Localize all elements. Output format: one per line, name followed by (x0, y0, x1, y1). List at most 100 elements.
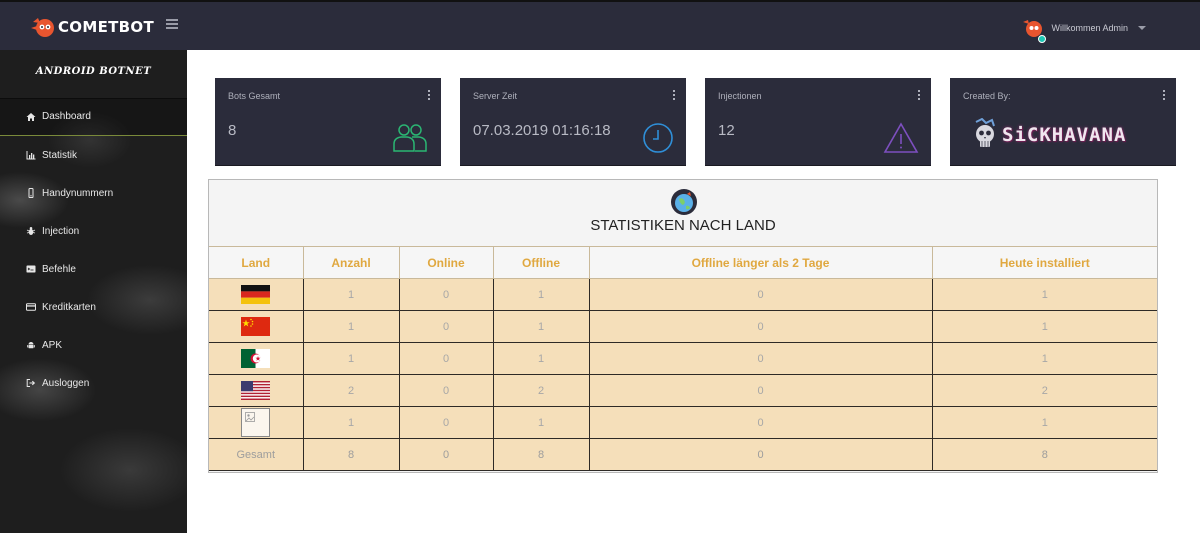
android-icon (26, 340, 36, 350)
sidebar-item-label: Ausloggen (42, 377, 90, 389)
country-cell (209, 278, 304, 311)
panel-title: STATISTIKEN NACH LAND (590, 217, 776, 234)
bar-chart-icon (26, 150, 36, 160)
unknown-flag-icon (241, 408, 271, 437)
card-value: 8 (228, 122, 237, 139)
offline-cell: 2 (492, 374, 590, 407)
user-greeting: Willkommen Admin (1051, 23, 1128, 33)
sidebar-item-apk[interactable]: APK (0, 326, 187, 364)
stats-table: Land Anzahl Online Offline Offline länge… (209, 246, 1157, 471)
offline-cell: 1 (492, 406, 590, 439)
avatar (1021, 16, 1047, 43)
country-cell (209, 374, 304, 407)
chevron-down-icon (1138, 26, 1146, 30)
anzahl-cell: 1 (302, 278, 400, 311)
more-vertical-icon[interactable] (673, 90, 676, 100)
table-row: 2 0 2 0 2 (209, 374, 1157, 407)
sidebar: ANDROID BOTNET Dashboard Statistik Handy… (0, 50, 187, 533)
card-value: 12 (718, 122, 735, 139)
heute-installiert-cell: 1 (931, 310, 1157, 343)
card-title: Created By: (963, 91, 1011, 101)
online-cell: 0 (398, 374, 494, 407)
offline-2-tage-cell: 0 (588, 310, 933, 343)
column-header-offline[interactable]: Offline (492, 246, 590, 279)
table-row: 1 0 1 0 1 (209, 406, 1157, 439)
anzahl-cell: 8 (302, 438, 400, 471)
sidebar-item-statistik[interactable]: Statistik (0, 136, 187, 174)
offline-2-tage-cell: 0 (588, 438, 933, 471)
sidebar-item-label: Befehle (42, 263, 76, 275)
column-header-anzahl[interactable]: Anzahl (302, 246, 400, 279)
online-cell: 0 (398, 438, 494, 471)
column-header-offline-2-tage[interactable]: Offline länger als 2 Tage (588, 246, 933, 279)
stats-panel: STATISTIKEN NACH LAND Land Anzahl Online… (208, 179, 1158, 473)
usa-flag (241, 381, 271, 400)
country-cell (209, 342, 304, 375)
anzahl-cell: 1 (302, 310, 400, 343)
column-header-land[interactable]: Land (209, 246, 304, 279)
sidebar-item-label: Dashboard (42, 111, 91, 122)
sidebar-item-kreditkarten[interactable]: Kreditkarten (0, 288, 187, 326)
table-header-row: Land Anzahl Online Offline Offline länge… (209, 246, 1157, 279)
offline-cell: 1 (492, 342, 590, 375)
offline-2-tage-cell: 0 (588, 278, 933, 311)
skull-icon (975, 118, 995, 147)
card-value: 07.03.2019 01:16:18 (473, 122, 611, 139)
bug-icon (26, 226, 36, 236)
heute-installiert-cell: 1 (931, 278, 1157, 311)
menu-toggle-icon[interactable] (166, 19, 178, 31)
table-row: 1 0 1 0 1 (209, 278, 1157, 311)
card-injectionen: Injectionen 12 (705, 78, 931, 166)
terminal-icon (26, 264, 36, 274)
anzahl-cell: 1 (302, 406, 400, 439)
sidebar-title: ANDROID BOTNET (35, 66, 152, 77)
country-cell (209, 406, 304, 439)
users-icon (393, 124, 427, 152)
sidebar-item-handynummern[interactable]: Handynummern (0, 174, 187, 212)
heute-installiert-cell: 1 (931, 406, 1157, 439)
sidebar-item-ausloggen[interactable]: Ausloggen (0, 364, 187, 402)
sidebar-item-label: Injection (42, 225, 80, 237)
column-header-heute-installiert[interactable]: Heute installiert (931, 246, 1157, 279)
offline-cell: 1 (492, 310, 590, 343)
anzahl-cell: 1 (302, 342, 400, 375)
card-bots-gesamt: Bots Gesamt 8 (215, 78, 441, 166)
heute-installiert-cell: 8 (931, 438, 1157, 471)
sidebar-item-injection[interactable]: Injection (0, 212, 187, 250)
comet-logo-icon (31, 18, 54, 37)
sidebar-item-label: Kreditkarten (42, 301, 96, 313)
globe-icon (671, 189, 697, 215)
sign-out-icon (26, 378, 36, 388)
table-row: 1 0 1 0 1 (209, 310, 1157, 343)
country-cell (209, 310, 304, 343)
online-status-dot (1038, 35, 1047, 43)
online-cell: 0 (398, 342, 494, 375)
sidebar-item-dashboard[interactable]: Dashboard (0, 98, 187, 136)
sidebar-item-befehle[interactable]: Befehle (0, 250, 187, 288)
credit-card-icon (26, 302, 36, 312)
germany-flag (241, 285, 271, 304)
card-title: Server Zeit (473, 91, 518, 101)
table-total-row: Gesamt 8 0 8 0 8 (209, 438, 1157, 471)
sidebar-item-label: APK (42, 339, 63, 351)
clock-icon (643, 123, 673, 153)
online-cell: 0 (398, 310, 494, 343)
china-flag (241, 317, 271, 336)
column-header-online[interactable]: Online (398, 246, 494, 279)
card-created-by: Created By: SiCKHAVANA (950, 78, 1176, 166)
more-vertical-icon[interactable] (428, 90, 431, 100)
mobile-icon (26, 188, 36, 198)
card-title: Injectionen (718, 91, 762, 101)
more-vertical-icon[interactable] (918, 90, 921, 100)
home-icon (26, 112, 36, 122)
offline-cell: 8 (492, 438, 590, 471)
top-bar: COMETBOT Willkommen Admin (0, 0, 1200, 50)
total-label-cell: Gesamt (209, 438, 304, 471)
heute-installiert-cell: 2 (931, 374, 1157, 407)
warning-icon (883, 122, 919, 153)
more-vertical-icon[interactable] (1163, 90, 1166, 100)
offline-cell: 1 (492, 278, 590, 311)
user-menu[interactable]: Willkommen Admin (1021, 16, 1146, 43)
brand-logo[interactable]: COMETBOT (30, 14, 154, 40)
online-cell: 0 (398, 406, 494, 439)
